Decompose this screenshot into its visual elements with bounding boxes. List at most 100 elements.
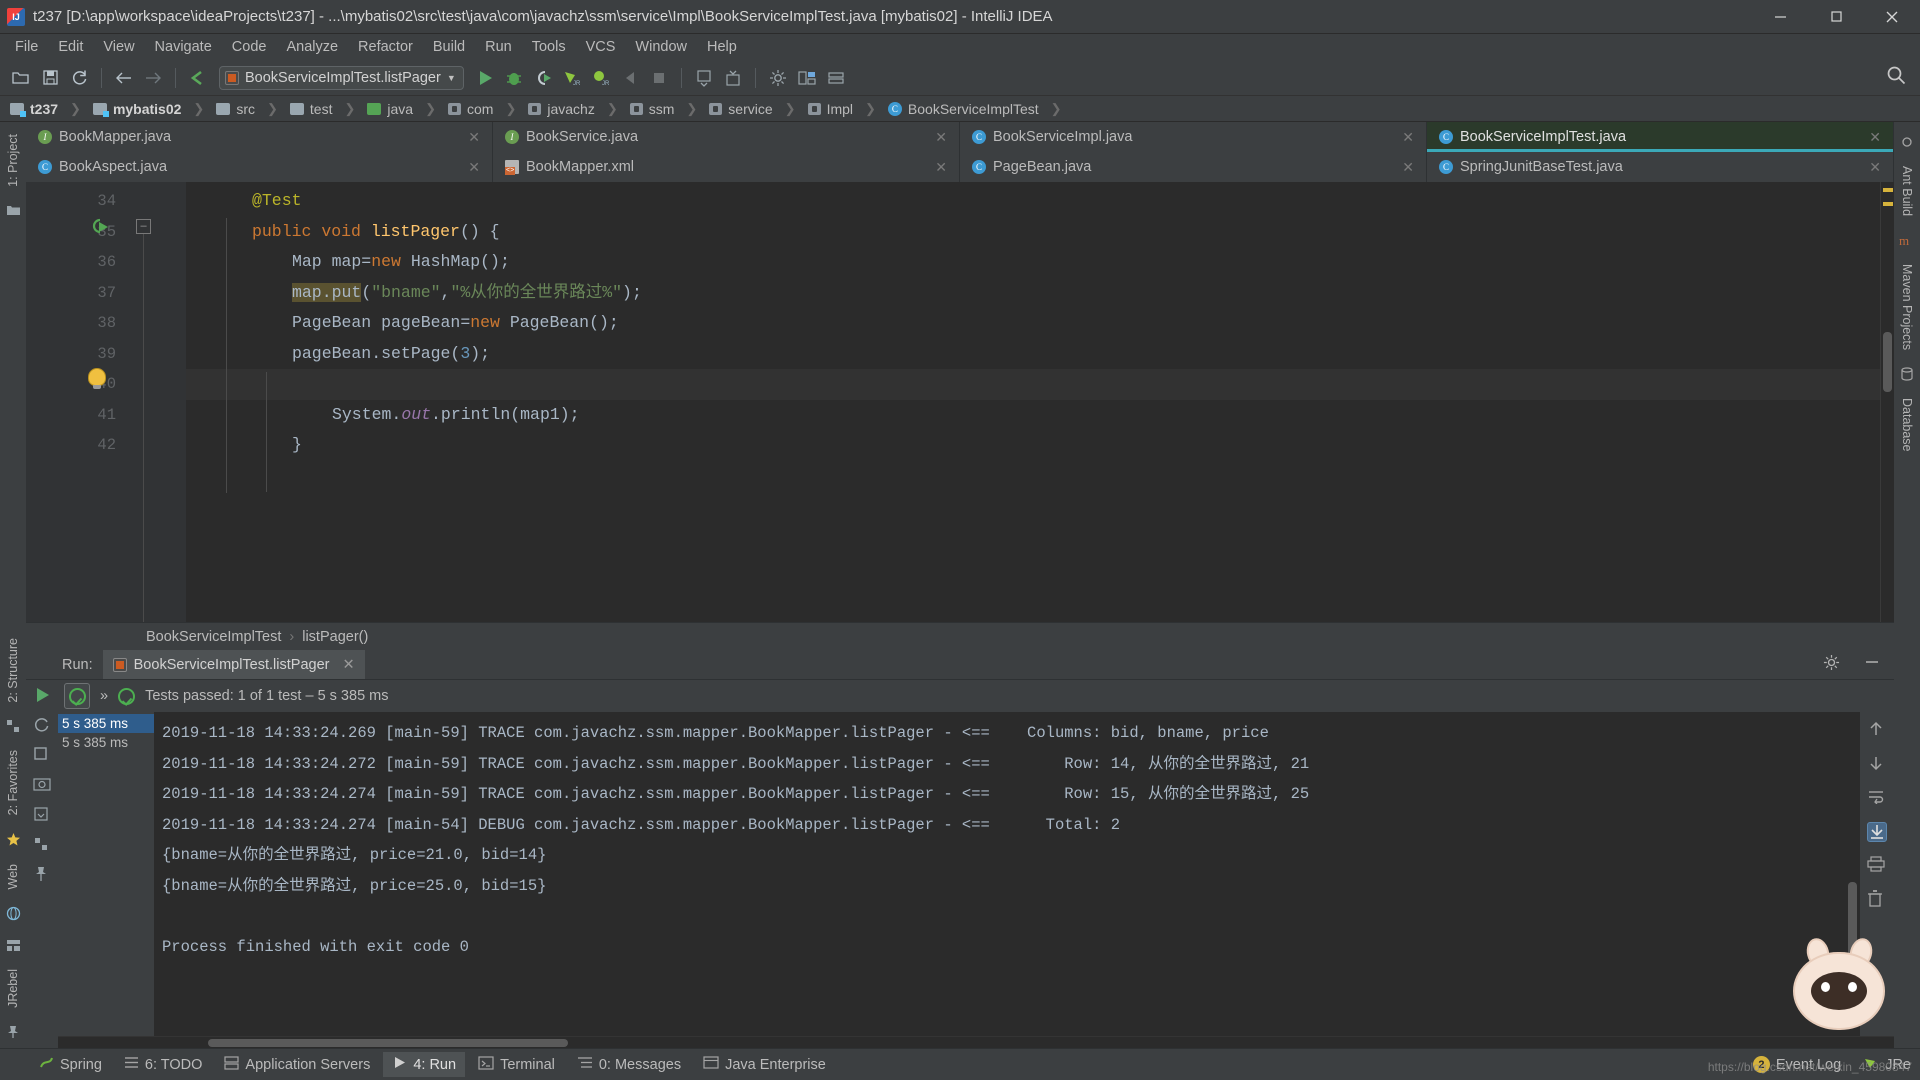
breadcrumb-service[interactable]: service ❯ — [705, 101, 803, 117]
menu-build[interactable]: Build — [424, 37, 474, 58]
breadcrumb-method-name[interactable]: listPager() — [302, 629, 368, 645]
test-tree-row[interactable]: 5 s 385 ms — [58, 733, 154, 752]
stop-icon[interactable] — [33, 746, 51, 764]
breadcrumb-test[interactable]: test ❯ — [286, 101, 363, 117]
sync-icon[interactable] — [66, 65, 92, 91]
tab-close-icon[interactable]: ✕ — [1859, 129, 1881, 146]
export-icon[interactable] — [33, 806, 51, 824]
rerun-icon[interactable] — [33, 686, 51, 704]
code-text-area[interactable]: @Test public void listPager() { Map map=… — [186, 182, 1880, 622]
menu-help[interactable]: Help — [698, 37, 746, 58]
project-files-icon[interactable] — [3, 201, 23, 221]
intention-bulb-icon[interactable] — [88, 368, 106, 389]
stop-icon[interactable] — [646, 65, 672, 91]
sidebar-item-ant-build[interactable]: Ant Build — [1900, 158, 1914, 224]
scroll-to-end-icon[interactable] — [1867, 822, 1887, 842]
back-icon[interactable] — [111, 65, 137, 91]
tab-bookaspect-java[interactable]: C BookAspect.java ✕ — [26, 152, 493, 182]
sidebar-item-jrebel[interactable]: JRebel — [6, 961, 20, 1016]
breadcrumb-ssm[interactable]: ssm ❯ — [626, 101, 706, 117]
rerun-failed-icon[interactable] — [33, 716, 51, 734]
favorites-star-icon[interactable] — [3, 830, 23, 850]
forward-icon[interactable] — [140, 65, 166, 91]
tab-springjunitbasetest-java[interactable]: C SpringJunitBaseTest.java ✕ — [1427, 152, 1894, 182]
commit-icon[interactable] — [720, 65, 746, 91]
sdk-icon[interactable] — [823, 65, 849, 91]
print-icon[interactable] — [1867, 856, 1887, 876]
tool-window-todo[interactable]: 6: TODO — [115, 1053, 211, 1076]
tool-window-terminal[interactable]: Terminal — [469, 1053, 564, 1077]
menu-analyze[interactable]: Analyze — [277, 37, 347, 58]
structure-icon[interactable] — [3, 716, 23, 736]
run-configuration-selector[interactable]: BookServiceImplTest.listPager ▼ — [219, 65, 464, 90]
test-tree-row[interactable]: 5 s 385 ms — [58, 714, 154, 733]
tab-bookserviceimpl-java[interactable]: C BookServiceImpl.java ✕ — [960, 122, 1427, 152]
console-vertical-scrollbar[interactable] — [1848, 882, 1857, 982]
sidebar-item-favorites[interactable]: 2: Favorites — [6, 742, 20, 823]
sidebar-item-database[interactable]: Database — [1900, 390, 1914, 460]
soft-wrap-icon[interactable] — [1867, 788, 1887, 808]
breadcrumb-src[interactable]: src ❯ — [212, 101, 286, 117]
project-structure-icon[interactable] — [794, 65, 820, 91]
tool-window-java-enterprise[interactable]: Java Enterprise — [694, 1053, 835, 1076]
code-editor[interactable]: 34 35 36 37 38 39 40 41 42 – @Test publi… — [26, 182, 1894, 622]
tab-pagebean-java[interactable]: C PageBean.java ✕ — [960, 152, 1427, 182]
jrebel-debug-icon[interactable]: JR — [588, 65, 614, 91]
undo-arrow-icon[interactable] — [185, 65, 211, 91]
maven-icon[interactable]: m — [1897, 230, 1917, 250]
menu-edit[interactable]: Edit — [49, 37, 92, 58]
run-coverage-icon[interactable] — [530, 65, 556, 91]
web-globe-icon[interactable] — [3, 903, 23, 923]
breadcrumb-t237[interactable]: t237 ❯ — [6, 101, 89, 117]
console-output[interactable]: 2019-11-18 14:33:24.269 [main-59] TRACE … — [154, 712, 1860, 1036]
tab-bookservice-java[interactable]: I BookService.java ✕ — [493, 122, 960, 152]
breadcrumb-impl[interactable]: Impl ❯ — [804, 101, 884, 117]
menu-tools[interactable]: Tools — [523, 37, 575, 58]
sidebar-item-web[interactable]: Web — [6, 856, 20, 897]
tab-close-icon[interactable]: ✕ — [1392, 129, 1414, 146]
tab-bookmapper-java[interactable]: I BookMapper.java ✕ — [26, 122, 493, 152]
tool-window-messages[interactable]: 0: Messages — [568, 1053, 690, 1076]
chevron-down-icon[interactable]: ▼ — [447, 73, 456, 83]
breadcrumb-java[interactable]: java ❯ — [363, 101, 444, 117]
web-grid-icon[interactable] — [3, 935, 23, 955]
expand-icon[interactable] — [33, 836, 51, 854]
breadcrumb-class-name[interactable]: BookServiceImplTest — [146, 629, 281, 645]
editor-vertical-scrollbar[interactable] — [1883, 332, 1892, 392]
open-folder-icon[interactable] — [8, 65, 34, 91]
tool-window-run[interactable]: 4: Run — [383, 1052, 466, 1077]
tab-close-icon[interactable]: ✕ — [458, 129, 480, 146]
run-session-tab[interactable]: BookServiceImplTest.listPager ✕ — [102, 650, 365, 679]
tool-window-application-servers[interactable]: Application Servers — [215, 1053, 379, 1077]
ant-build-icon[interactable] — [1897, 132, 1917, 152]
tab-close-icon[interactable]: ✕ — [925, 159, 947, 176]
settings-icon[interactable] — [765, 65, 791, 91]
minimize-icon[interactable] — [1864, 654, 1880, 675]
pin-icon[interactable] — [33, 866, 51, 884]
editor-marker-strip[interactable] — [1880, 182, 1894, 622]
scroll-up-icon[interactable] — [1867, 720, 1887, 740]
jrebel-run-icon[interactable]: JR — [559, 65, 585, 91]
screenshot-icon[interactable] — [33, 776, 51, 794]
pin-icon[interactable] — [3, 1022, 23, 1042]
clear-all-icon[interactable] — [1867, 890, 1887, 910]
tab-bookmapper-xml[interactable]: BookMapper.xml ✕ — [493, 152, 960, 182]
save-all-icon[interactable] — [37, 65, 63, 91]
close-button[interactable] — [1864, 0, 1920, 33]
scrollbar-thumb[interactable] — [208, 1039, 568, 1047]
breadcrumb-javachz[interactable]: javachz ❯ — [524, 101, 625, 117]
tab-close-icon[interactable]: ✕ — [925, 129, 947, 146]
menu-window[interactable]: Window — [626, 37, 696, 58]
test-results-tree[interactable]: 5 s 385 ms 5 s 385 ms — [58, 712, 154, 1036]
gear-icon[interactable] — [1823, 654, 1840, 676]
breadcrumb-mybatis02[interactable]: mybatis02 ❯ — [89, 101, 212, 117]
menu-run[interactable]: Run — [476, 37, 521, 58]
minimize-button[interactable] — [1752, 0, 1808, 33]
warning-marker-2[interactable] — [1883, 202, 1893, 206]
run-session-close-icon[interactable]: ✕ — [342, 657, 354, 673]
tab-close-icon[interactable]: ✕ — [458, 159, 480, 176]
menu-view[interactable]: View — [94, 37, 143, 58]
scroll-down-icon[interactable] — [1867, 754, 1887, 774]
code-fold-collapse-icon[interactable]: – — [136, 219, 151, 234]
console-horizontal-scrollbar[interactable] — [58, 1036, 1894, 1048]
